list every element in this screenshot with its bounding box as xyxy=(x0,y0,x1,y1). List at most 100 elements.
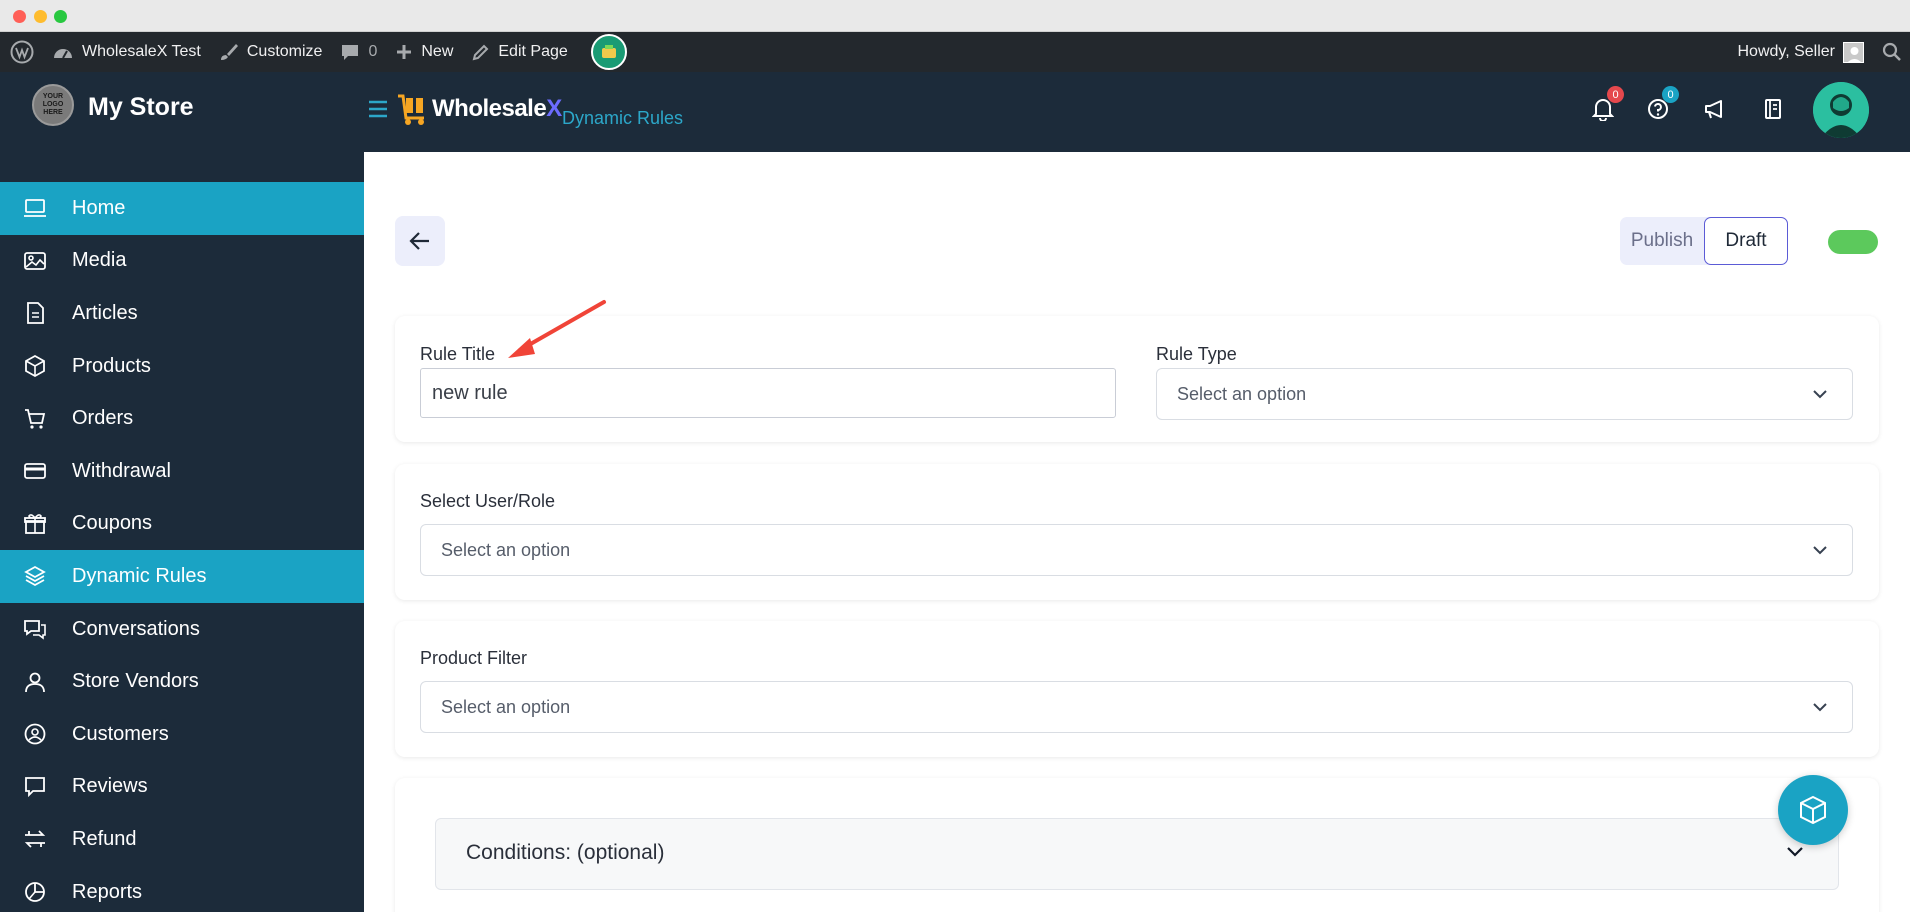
documentation-button[interactable] xyxy=(1758,94,1788,124)
site-name-link[interactable]: WholesaleX Test xyxy=(43,32,210,72)
notifications-count-badge: 0 xyxy=(1607,86,1624,103)
sidebar-item-label: Conversations xyxy=(72,617,200,640)
sidebar-item-articles[interactable]: Articles xyxy=(0,287,364,340)
wordpress-icon xyxy=(10,40,34,64)
user-avatar[interactable] xyxy=(1813,82,1869,138)
rule-active-toggle[interactable] xyxy=(1828,230,1878,254)
draft-button[interactable]: Draft xyxy=(1704,217,1788,265)
cube-icon xyxy=(1800,795,1826,825)
sidebar-item-media[interactable]: Media xyxy=(0,235,364,288)
sidebar-item-refund[interactable]: Refund xyxy=(0,813,364,866)
sidebar-item-reviews[interactable]: Reviews xyxy=(0,761,364,814)
sidebar-item-label: Home xyxy=(72,196,126,219)
gift-icon xyxy=(22,511,48,537)
customize-link[interactable]: Customize xyxy=(210,32,332,72)
sidebar-item-orders[interactable]: Orders xyxy=(0,392,364,445)
product-filter-card: Product Filter Select an option xyxy=(395,621,1879,757)
chevron-down-icon xyxy=(1813,390,1827,399)
rule-type-label: Rule Type xyxy=(1156,344,1237,364)
sidebar-item-label: Articles xyxy=(72,301,138,324)
admin-search-button[interactable] xyxy=(1873,32,1910,72)
wholesalex-logo[interactable]: WholesaleX xyxy=(396,92,562,126)
publish-button[interactable]: Publish xyxy=(1620,217,1704,265)
plugin-badge-button[interactable] xyxy=(577,32,636,72)
new-content-link[interactable]: New xyxy=(386,32,462,72)
edit-page-link[interactable]: Edit Page xyxy=(462,32,576,72)
sidebar-item-label: Withdrawal xyxy=(72,459,171,482)
wholesalex-wordmark: WholesaleX xyxy=(432,95,562,122)
chevron-down-icon xyxy=(1787,847,1803,857)
refund-icon xyxy=(22,826,48,852)
sidebar-item-label: Orders xyxy=(72,407,134,430)
card-icon xyxy=(22,458,48,484)
comments-link[interactable]: 0 xyxy=(331,32,386,72)
wp-admin-bar: WholesaleX Test Customize 0 New Edit Pag… xyxy=(0,32,1910,72)
maximize-window-button[interactable] xyxy=(54,10,67,23)
rule-basics-card: Rule Title new rule Rule Type Select an … xyxy=(395,316,1879,442)
wordpress-logo-button[interactable] xyxy=(0,32,43,72)
sidebar-item-dynamic-rules[interactable]: Dynamic Rules xyxy=(0,550,364,603)
sidebar-item-label: Coupons xyxy=(72,512,153,535)
sidebar-item-reports[interactable]: Reports xyxy=(0,866,364,912)
rule-type-placeholder: Select an option xyxy=(1177,383,1307,404)
site-name-label: WholesaleX Test xyxy=(82,43,201,60)
new-label: New xyxy=(421,43,454,60)
store-name[interactable]: My Store xyxy=(88,93,194,122)
sidebar-item-home[interactable]: Home xyxy=(0,182,364,235)
notifications-button[interactable]: 0 xyxy=(1588,86,1624,124)
comment-bubble-icon xyxy=(342,45,359,60)
help-button[interactable]: 0 xyxy=(1643,86,1679,124)
status-toggle-group: Publish Draft xyxy=(1620,217,1788,265)
conditions-accordion[interactable]: Conditions: (optional) xyxy=(435,818,1839,890)
chevron-down-icon xyxy=(1813,703,1827,712)
document-icon xyxy=(22,300,48,326)
sidebar-item-label: Dynamic Rules xyxy=(72,564,207,587)
window-title-bar xyxy=(0,0,1910,32)
dashboard-gauge-icon xyxy=(54,49,72,59)
minimize-window-button[interactable] xyxy=(34,10,47,23)
menu-toggle-icon[interactable] xyxy=(368,100,388,123)
sidebar-item-label: Products xyxy=(72,354,151,377)
my-account-menu[interactable]: Howdy, Seller xyxy=(1728,32,1873,72)
product-filter-select[interactable]: Select an option xyxy=(420,681,1853,733)
sidebar-item-customers[interactable]: Customers xyxy=(0,708,364,761)
rule-type-select[interactable]: Select an option xyxy=(1156,368,1853,420)
store-logo[interactable]: YOUR LOGO HERE xyxy=(32,84,74,126)
cart-icon xyxy=(22,406,48,432)
conditions-card: Conditions: (optional) xyxy=(395,778,1879,912)
customize-label: Customize xyxy=(246,43,323,60)
comment-icon xyxy=(22,774,48,800)
comments-count: 0 xyxy=(368,43,378,60)
search-icon xyxy=(1882,42,1901,61)
announcements-button[interactable] xyxy=(1700,94,1730,124)
close-window-button[interactable] xyxy=(13,10,26,23)
floating-help-button[interactable] xyxy=(1778,775,1848,845)
annotation-arrow-icon xyxy=(508,300,606,358)
chevron-down-icon xyxy=(1813,546,1827,555)
user-role-select[interactable]: Select an option xyxy=(420,524,1853,576)
main-content: Publish Draft Rule Title new rule Rule T… xyxy=(364,152,1910,912)
rule-title-input[interactable]: new rule xyxy=(420,368,1116,418)
sidebar-item-label: Reports xyxy=(72,880,143,903)
sidebar-item-products[interactable]: Products xyxy=(0,340,364,393)
sidebar-item-label: Media xyxy=(72,249,127,272)
chat-icon xyxy=(22,616,48,642)
book-icon xyxy=(1765,99,1781,119)
sidebar-item-conversations[interactable]: Conversations xyxy=(0,603,364,656)
sidebar-item-withdrawal[interactable]: Withdrawal xyxy=(0,445,364,498)
user-icon xyxy=(22,669,48,695)
sidebar-item-coupons[interactable]: Coupons xyxy=(0,498,364,551)
brush-icon xyxy=(220,44,238,60)
user-role-label: Select User/Role xyxy=(420,491,556,511)
plugin-badge-icon xyxy=(590,34,627,70)
box-icon xyxy=(22,353,48,379)
sidebar: Home Media Articles Products Orders With… xyxy=(0,152,364,912)
sidebar-item-label: Customers xyxy=(72,722,169,745)
sidebar-item-store-vendors[interactable]: Store Vendors xyxy=(0,655,364,708)
back-button[interactable] xyxy=(395,216,445,266)
arrow-left-icon xyxy=(409,232,429,250)
layers-icon xyxy=(22,563,48,589)
plus-icon xyxy=(397,45,412,59)
app-header: YOUR LOGO HERE My Store WholesaleX Dynam… xyxy=(0,72,1910,152)
user-role-card: Select User/Role Select an option xyxy=(395,464,1879,600)
